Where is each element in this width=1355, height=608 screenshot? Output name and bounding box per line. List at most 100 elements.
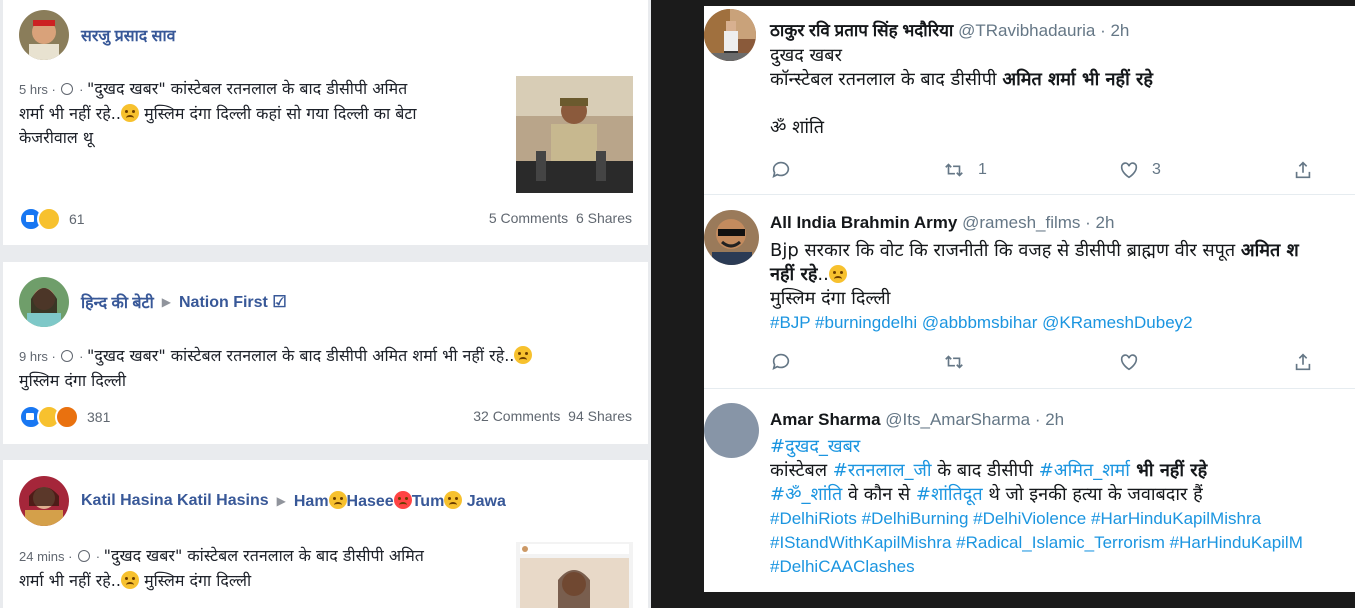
- post-header: Katil Hasina Katil Hasins ▶ Ham Hasee Tum …: [19, 476, 506, 526]
- page-name-part: Hasee: [346, 493, 394, 510]
- twitter-feed: ठाकुर रवि प्रताप सिंह भदौरिया @TRavibhad…: [704, 6, 1355, 592]
- post-line: मुस्लिम दंगा दिल्ली कहां सो गया दिल्ली क…: [138, 104, 417, 123]
- post-thumbnail[interactable]: [516, 542, 633, 608]
- avatar[interactable]: [19, 277, 69, 327]
- tweet-line-bold: अमित शर्मा भी नहीं रहे: [1002, 69, 1153, 90]
- author-name[interactable]: Katil Hasina Katil Hasins: [81, 492, 269, 510]
- post-time[interactable]: 5 hrs: [19, 82, 48, 97]
- comments-link[interactable]: 32 Comments: [473, 408, 560, 424]
- heart-icon[interactable]: [1118, 351, 1140, 373]
- avatar[interactable]: [704, 9, 756, 61]
- emoji-icon: [328, 491, 347, 509]
- comments-link[interactable]: 5 Comments: [489, 210, 568, 226]
- fb-post: Katil Hasina Katil Hasins ▶ Ham Hasee Tum …: [3, 460, 648, 608]
- avatar[interactable]: [19, 10, 69, 60]
- hashtag-link[interactable]: #शांतिदूत: [916, 484, 983, 505]
- tweet[interactable]: ठाकुर रवि प्रताप सिंह भदौरिया @TRavibhad…: [704, 6, 1355, 195]
- display-name[interactable]: ठाकुर रवि प्रताप सिंह भदौरिया: [770, 21, 953, 40]
- page-name[interactable]: Nation First ☑: [179, 292, 287, 312]
- author-name[interactable]: हिन्द की बेटी: [81, 291, 154, 313]
- sad-reaction-icon: [37, 207, 61, 231]
- tweet[interactable]: Amar Sharma @Its_AmarSharma · 2h #दुखद_ख…: [704, 389, 1355, 592]
- tweet-text: #दुखद_खबर कांस्टेबल #रतनलाल_जी के बाद डी…: [770, 435, 1303, 579]
- reply-icon[interactable]: [770, 159, 792, 181]
- like-button[interactable]: 3: [1118, 159, 1161, 181]
- reaction-count: 381: [87, 409, 111, 425]
- tweet-line: Bjp सरकार कि वोट कि राजनीती कि वजह से डी…: [770, 240, 1241, 261]
- fb-post: सरजु प्रसाद साव 5 hrs · · "दुखद खबर" कां…: [3, 0, 648, 245]
- page-name[interactable]: Ham Hasee Tum Jawa: [294, 491, 506, 511]
- post-time[interactable]: 24 mins: [19, 549, 65, 564]
- hashtag-line[interactable]: #IStandWithKapilMishra #Radical_Islamic_…: [770, 531, 1303, 555]
- sad-emoji-icon: [120, 571, 139, 589]
- sad-emoji-icon: [514, 346, 533, 364]
- hashtag-line[interactable]: #DelhiCAAClashes: [770, 555, 1303, 579]
- tweet-line: मुस्लिम दंगा दिल्ली: [770, 288, 891, 309]
- hashtag-link[interactable]: #अमित_शर्मा: [1039, 460, 1130, 481]
- avatar[interactable]: [704, 403, 759, 458]
- comments-shares: 32 Comments 94 Shares: [473, 408, 632, 424]
- post-time[interactable]: 9 hrs: [19, 349, 48, 364]
- tweet-line-bold: नहीं रहे: [770, 264, 818, 285]
- hashtag-link[interactable]: #रतनलाल_जी: [833, 460, 932, 481]
- facebook-feed: सरजु प्रसाद साव 5 hrs · · "दुखद खबर" कां…: [0, 0, 651, 608]
- post-text: 24 mins · · "दुखद खबर" कांस्टेबल रतनलाल …: [19, 546, 424, 590]
- avatar[interactable]: [704, 210, 759, 265]
- tweet-header: Amar Sharma @Its_AmarSharma · 2h: [770, 410, 1064, 430]
- tweet[interactable]: All India Brahmin Army @ramesh_films · 2…: [704, 195, 1355, 389]
- post-line: मुस्लिम दंगा दिल्ली: [19, 371, 127, 390]
- reactions[interactable]: 381: [19, 405, 110, 429]
- post-line: मुस्लिम दंगा दिल्ली: [138, 571, 252, 590]
- caret-right-icon: ▶: [161, 295, 171, 309]
- like-count: 3: [1152, 161, 1161, 178]
- handle-time[interactable]: @Its_AmarSharma · 2h: [885, 410, 1064, 429]
- hashtag-link[interactable]: #ॐ_शांति: [770, 484, 842, 505]
- handle-time[interactable]: @ramesh_films · 2h: [962, 213, 1114, 232]
- retweet-button[interactable]: 1: [942, 159, 987, 181]
- post-line: "दुखद खबर" कांस्टेबल रतनलाल के बाद डीसीप…: [87, 79, 408, 98]
- tweet-actions: 1 3: [770, 159, 1330, 183]
- emoji-icon: [444, 491, 463, 509]
- tweet-actions: [770, 351, 1330, 375]
- reactions[interactable]: 61: [19, 207, 85, 231]
- post-thumbnail[interactable]: [516, 76, 633, 193]
- author-name[interactable]: सरजु प्रसाद साव: [81, 24, 176, 46]
- tweet-line: थे जो इनकी हत्या के जवाबदार हैं: [982, 484, 1203, 505]
- retweet-count: 1: [978, 161, 987, 178]
- page-name-part: Jawa: [466, 493, 506, 510]
- handle-time[interactable]: @TRavibhadauria · 2h: [958, 21, 1129, 40]
- post-header: हिन्द की बेटी ▶ Nation First ☑: [19, 277, 287, 327]
- reaction-count: 61: [69, 211, 85, 227]
- globe-icon: [78, 550, 91, 562]
- share-icon[interactable]: [1292, 351, 1314, 373]
- shares-link[interactable]: 94 Shares: [568, 408, 632, 424]
- avatar[interactable]: [19, 476, 69, 526]
- shares-link[interactable]: 6 Shares: [576, 210, 632, 226]
- tweet-line-bold: अमित श: [1240, 240, 1299, 261]
- comments-shares: 5 Comments 6 Shares: [489, 210, 632, 226]
- sad-emoji-icon: [120, 104, 139, 122]
- fb-post: हिन्द की बेटी ▶ Nation First ☑ 9 hrs · ·…: [3, 262, 648, 444]
- reply-icon[interactable]: [770, 351, 792, 373]
- hashtag-link[interactable]: #दुखद_खबर: [770, 435, 1303, 459]
- display-name[interactable]: Amar Sharma: [770, 410, 881, 429]
- globe-icon: [61, 350, 74, 362]
- tweet-line-bold: भी नहीं रहे: [1129, 460, 1208, 481]
- heart-eyes-emoji-icon: [393, 491, 412, 509]
- retweet-icon[interactable]: [942, 351, 966, 373]
- angry-reaction-icon: [55, 405, 79, 429]
- tweet-line: दुखद खबर: [770, 45, 842, 66]
- tweet-line: वे कौन से: [842, 484, 916, 505]
- display-name[interactable]: All India Brahmin Army: [770, 213, 957, 232]
- tweet-header: ठाकुर रवि प्रताप सिंह भदौरिया @TRavibhad…: [770, 18, 1129, 41]
- tweet-line: कॉन्स्टेबल रतनलाल के बाद डीसीपी: [770, 69, 1003, 90]
- hashtag-line[interactable]: #BJP #burningdelhi @abbbmsbihar @KRamesh…: [770, 311, 1299, 335]
- crying-emoji-icon: [828, 265, 847, 283]
- retweet-icon: [945, 163, 963, 177]
- tweet-line: ..: [817, 264, 829, 285]
- post-line: केजरीवाल थू: [19, 128, 94, 147]
- globe-icon: [61, 83, 74, 95]
- hashtag-line[interactable]: #DelhiRiots #DelhiBurning #DelhiViolence…: [770, 507, 1303, 531]
- share-icon[interactable]: [1292, 159, 1314, 181]
- tweet-line: ॐ शांति: [770, 117, 824, 138]
